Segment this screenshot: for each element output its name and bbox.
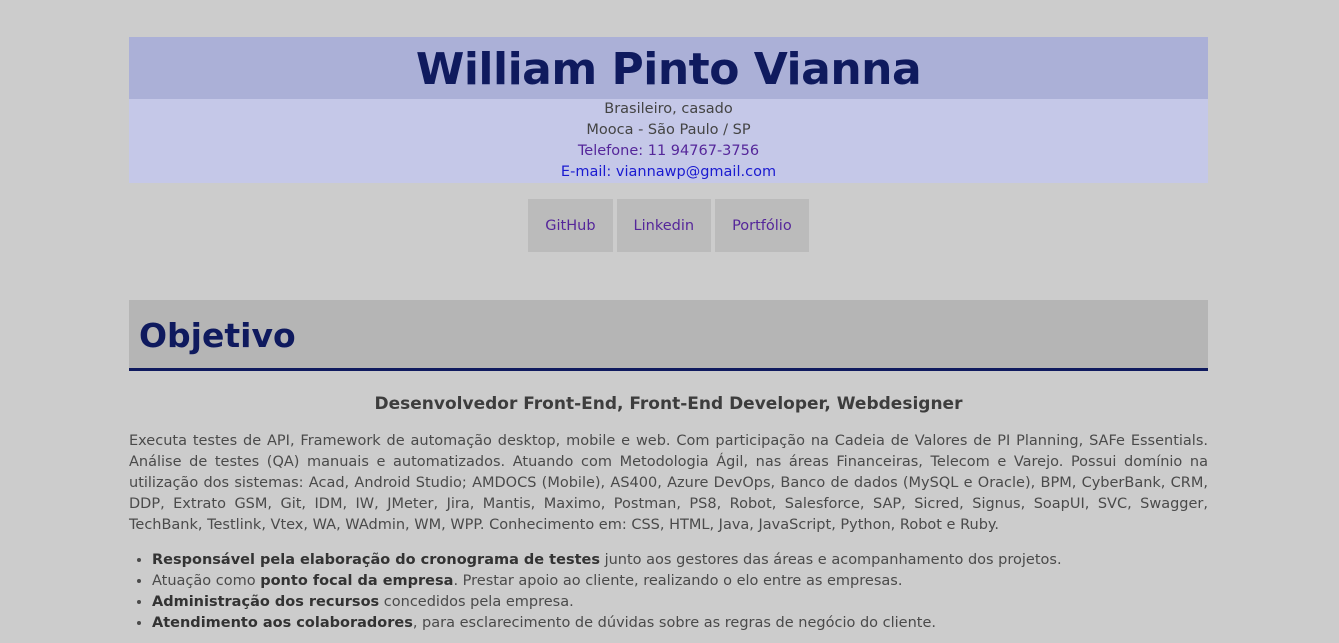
professional-summary: Executa testes de API, Framework de auto… bbox=[129, 433, 1208, 533]
resume-page: William Pinto Vianna Brasileiro, casado … bbox=[129, 37, 1208, 634]
email-prefix: E-mail: bbox=[560, 164, 616, 180]
social-nav: GitHub Linkedin Portfólio bbox=[129, 199, 1208, 252]
location-text: Mooca - São Paulo / SP bbox=[586, 122, 751, 138]
objective-section-header: Objetivo bbox=[129, 300, 1208, 371]
list-item-post: junto aos gestores das áreas e acompanha… bbox=[599, 552, 1062, 568]
portfolio-link[interactable]: Portfólio bbox=[715, 199, 809, 252]
list-item-pre: Atuação como bbox=[152, 573, 261, 589]
list-item-post: concedidos pela empresa. bbox=[379, 594, 574, 610]
list-item: Administração dos recursos concedidos pe… bbox=[152, 592, 1208, 613]
list-item-bold: ponto focal da empresa bbox=[260, 573, 454, 589]
email-address: viannawp@gmail.com bbox=[615, 164, 777, 180]
objective-title: Objetivo bbox=[139, 316, 296, 355]
candidate-name: William Pinto Vianna bbox=[415, 44, 922, 95]
phone-link[interactable]: Telefone: 11 94767-3756 bbox=[129, 141, 1208, 162]
contact-info: Brasileiro, casado Mooca - São Paulo / S… bbox=[129, 99, 1208, 183]
list-item-post: , para esclarecimento de dúvidas sobre a… bbox=[412, 615, 936, 631]
linkedin-link[interactable]: Linkedin bbox=[616, 199, 712, 252]
list-item-bold: Administração dos recursos bbox=[152, 594, 380, 610]
list-item: Atuação como ponto focal da empresa. Pre… bbox=[152, 571, 1208, 592]
github-link[interactable]: GitHub bbox=[528, 199, 613, 252]
job-role: Desenvolvedor Front-End, Front-End Devel… bbox=[374, 394, 963, 414]
name-banner: William Pinto Vianna bbox=[129, 37, 1208, 99]
responsibilities-list: Responsável pela elaboração do cronogram… bbox=[129, 550, 1208, 634]
list-item-bold: Atendimento aos colaboradores bbox=[152, 615, 413, 631]
nationality-text: Brasileiro, casado bbox=[604, 101, 733, 117]
list-item-bold: Responsável pela elaboração do cronogram… bbox=[152, 552, 600, 568]
email-link[interactable]: E-mail: viannawp@gmail.com bbox=[129, 162, 1208, 183]
list-item: Atendimento aos colaboradores, para escl… bbox=[152, 613, 1208, 634]
list-item-post: . Prestar apoio ao cliente, realizando o… bbox=[453, 573, 903, 589]
list-item: Responsável pela elaboração do cronogram… bbox=[152, 550, 1208, 571]
